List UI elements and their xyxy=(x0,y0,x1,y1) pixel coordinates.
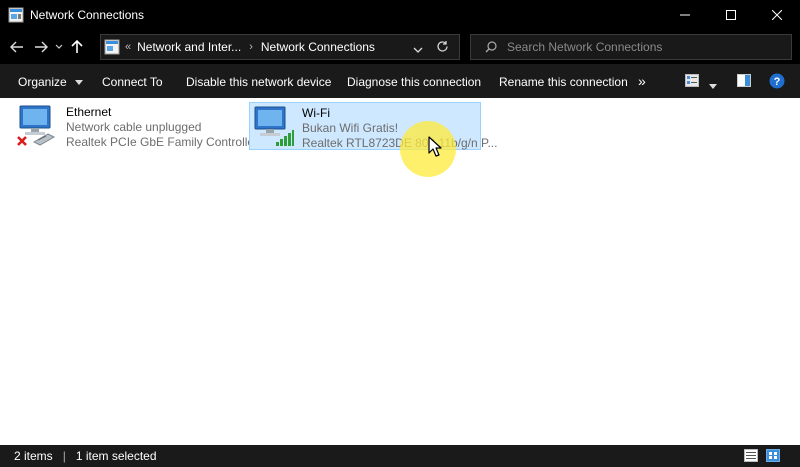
arrow-up-icon xyxy=(71,40,83,53)
title-bar: Network Connections xyxy=(0,0,800,30)
caret-down-icon xyxy=(709,84,717,89)
breadcrumb-network-and-internet[interactable]: Network and Inter... xyxy=(137,40,241,54)
control-panel-icon xyxy=(103,38,121,56)
wifi-signal-icon xyxy=(250,103,294,151)
minimize-icon xyxy=(680,14,690,16)
refresh-button[interactable] xyxy=(436,40,449,56)
mouse-pointer-icon xyxy=(428,136,442,161)
navigation-bar: « Network and Inter... › Network Connect… xyxy=(0,30,800,64)
status-bar: 2 items | 1 item selected xyxy=(0,445,800,467)
connection-name: Wi-Fi xyxy=(302,106,330,120)
close-icon xyxy=(772,10,782,20)
window-title: Network Connections xyxy=(30,8,145,22)
close-button[interactable] xyxy=(754,0,800,30)
disable-device-button[interactable]: Disable this network device xyxy=(186,75,331,89)
status-divider: | xyxy=(62,449,66,463)
details-view-icon xyxy=(744,449,758,462)
large-icons-view-button[interactable] xyxy=(766,449,780,465)
preview-pane-icon xyxy=(737,74,751,87)
organize-label: Organize xyxy=(18,75,67,89)
organize-menu[interactable]: Organize xyxy=(18,75,84,89)
help-button[interactable]: ? xyxy=(769,73,785,92)
back-button[interactable] xyxy=(6,35,28,59)
breadcrumb-network-connections[interactable]: Network Connections xyxy=(261,40,375,54)
view-options-dropdown[interactable] xyxy=(709,78,717,92)
diagnose-connection-button[interactable]: Diagnose this connection xyxy=(347,75,481,89)
ethernet-disconnected-icon xyxy=(14,102,58,150)
chevron-down-icon xyxy=(55,44,63,49)
breadcrumb-separator: › xyxy=(249,41,253,53)
selected-count: 1 item selected xyxy=(75,449,157,463)
minimize-button[interactable] xyxy=(662,0,708,30)
refresh-icon xyxy=(437,41,448,52)
arrow-right-icon xyxy=(35,41,48,53)
connection-device: Realtek PCIe GbE Family Controller xyxy=(66,135,259,149)
preview-pane-button[interactable] xyxy=(737,74,751,90)
forward-button[interactable] xyxy=(30,35,52,59)
item-count: 2 items xyxy=(14,449,53,463)
more-commands-button[interactable]: » xyxy=(638,73,646,89)
network-connections-app-icon xyxy=(8,7,24,23)
change-view-button[interactable] xyxy=(685,74,699,90)
connection-status: Bukan Wifi Gratis! xyxy=(302,121,399,135)
large-icons-view-icon xyxy=(766,449,780,462)
search-box[interactable]: Search Network Connections xyxy=(470,34,792,60)
view-details-icon xyxy=(685,74,699,87)
svg-text:?: ? xyxy=(774,76,781,88)
address-history-dropdown[interactable] xyxy=(413,43,423,57)
connection-name: Ethernet xyxy=(66,105,112,119)
recent-locations-button[interactable] xyxy=(52,35,66,59)
command-bar: Organize Connect To Disable this network… xyxy=(0,64,800,98)
connection-item-ethernet[interactable]: Ethernet Network cable unplugged Realtek… xyxy=(14,102,258,150)
arrow-left-icon xyxy=(10,41,23,53)
connect-to-button[interactable]: Connect To xyxy=(102,75,163,89)
details-view-button[interactable] xyxy=(744,449,758,465)
help-icon: ? xyxy=(769,73,785,89)
connection-status: Network cable unplugged xyxy=(66,120,202,134)
up-button[interactable] xyxy=(66,35,88,59)
maximize-button[interactable] xyxy=(708,0,754,30)
search-placeholder: Search Network Connections xyxy=(507,40,663,54)
rename-connection-button[interactable]: Rename this connection xyxy=(499,75,628,89)
search-icon xyxy=(485,41,497,53)
chevron-down-icon xyxy=(413,47,423,53)
caret-down-icon xyxy=(75,80,84,86)
breadcrumb-overflow[interactable]: « xyxy=(125,41,131,53)
address-bar[interactable]: « Network and Inter... › Network Connect… xyxy=(100,34,460,60)
maximize-icon xyxy=(726,10,736,20)
